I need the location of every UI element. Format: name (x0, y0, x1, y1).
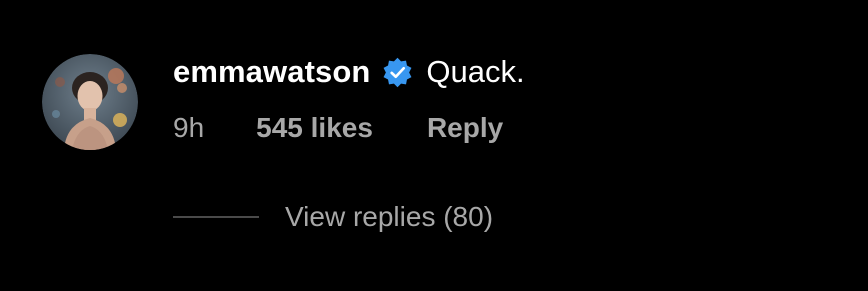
replies-divider-line (173, 216, 259, 218)
comment-headline: emmawatson Quack. (173, 50, 525, 94)
comment-text: Quack. (426, 54, 525, 89)
comment-meta: 9h 545 likes Reply (173, 108, 503, 148)
view-replies-button[interactable]: View replies (80) (173, 197, 493, 237)
view-replies-label: View replies (80) (285, 201, 494, 232)
likes-count-link[interactable]: 545 likes (256, 112, 373, 144)
timestamp: 9h (173, 112, 205, 143)
username-link[interactable]: emmawatson (173, 54, 370, 90)
avatar[interactable] (42, 54, 138, 150)
profile-photo (42, 54, 138, 150)
reply-button[interactable]: Reply (427, 112, 503, 144)
verified-badge-icon (382, 57, 413, 88)
comment: emmawatson Quack. 9h 545 likes Reply Vie… (0, 0, 868, 291)
